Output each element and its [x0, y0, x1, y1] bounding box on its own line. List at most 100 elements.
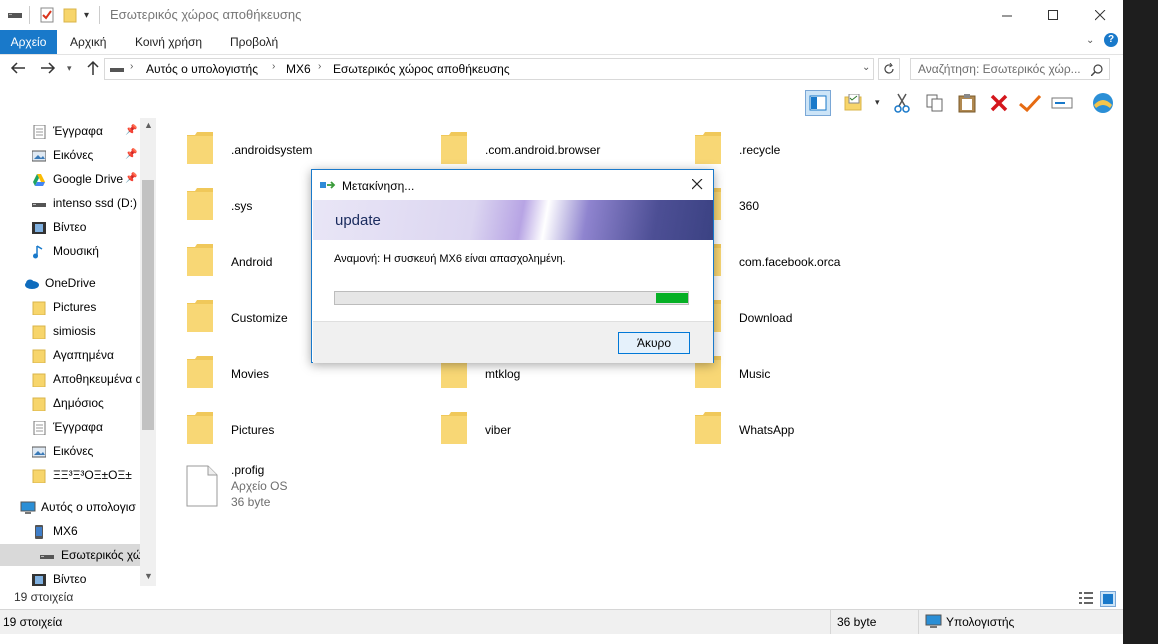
expand-ribbon-icon[interactable]: ⌄ [1086, 35, 1094, 46]
folder-name[interactable]: com.facebook.orca [739, 255, 840, 269]
address-dropdown-icon[interactable]: ⌄ [862, 62, 870, 73]
folder-name[interactable]: Android [231, 255, 272, 269]
new-folder-icon[interactable] [62, 6, 78, 24]
scroll-down-icon[interactable]: ▼ [144, 571, 153, 581]
rename-button[interactable] [1049, 90, 1075, 116]
folder-icon[interactable] [186, 299, 214, 332]
folder-name[interactable]: mtklog [485, 367, 520, 381]
cancel-button[interactable]: Άκυρο [618, 332, 690, 354]
folder-name[interactable]: .androidsystem [231, 143, 312, 157]
folder-icon[interactable] [186, 243, 214, 276]
drive-icon [40, 548, 54, 562]
scroll-up-icon[interactable]: ▲ [144, 120, 153, 130]
folder-icon[interactable] [694, 411, 722, 444]
customize-quick-access-icon[interactable]: ▾ [84, 6, 89, 24]
check-button[interactable] [1017, 90, 1043, 116]
folder-name[interactable]: viber [485, 423, 511, 437]
sidebar-item[interactable]: Έγγραφα 📌 [0, 120, 140, 142]
folder-icon[interactable] [440, 411, 468, 444]
preview-pane-button[interactable] [805, 90, 831, 116]
chevron-right-icon: › [130, 61, 134, 72]
sidebar-item[interactable]: Βίντεο [0, 568, 140, 586]
dialog-footer: Άκυρο [313, 321, 713, 363]
status-bar: 19 στοιχεία [0, 588, 1123, 608]
properties-icon[interactable] [39, 6, 55, 24]
video-icon [32, 572, 46, 586]
globe-shell-button[interactable] [1090, 90, 1116, 116]
sidebar-item[interactable]: Εικόνες 📌 [0, 144, 140, 166]
tab-view[interactable]: Προβολή [230, 30, 278, 54]
tab-file[interactable]: Αρχείο [0, 30, 57, 54]
sidebar-item[interactable]: Αγαπημένα [0, 344, 140, 366]
sidebar-item[interactable]: simiosis [0, 320, 140, 342]
folder-icon[interactable] [186, 411, 214, 444]
search-icon [1091, 64, 1103, 76]
navigation-scrollbar[interactable]: ▲ ▼ [140, 118, 156, 586]
folder-name[interactable]: .com.android.browser [485, 143, 600, 157]
details-view-icon[interactable] [1079, 591, 1093, 605]
sidebar-item[interactable]: OneDrive [0, 272, 140, 294]
sidebar-item[interactable]: Google Drive 📌 [0, 168, 140, 190]
up-button[interactable] [86, 60, 100, 79]
documents-icon [32, 420, 46, 436]
sidebar-item[interactable]: Εσωτερικός χώ [0, 544, 140, 566]
breadcrumb-computer[interactable]: Αυτός ο υπολογιστής [146, 62, 258, 76]
sidebar-item-label: Έγγραφα [53, 420, 103, 434]
breadcrumb-internal-storage[interactable]: Εσωτερικός χώρος αποθήκευσης [333, 62, 510, 76]
properties-tool-button[interactable] [841, 90, 867, 116]
folder-name[interactable]: Movies [231, 367, 269, 381]
folder-icon[interactable] [186, 131, 214, 164]
copy-button[interactable] [922, 90, 948, 116]
folder-name[interactable]: .sys [231, 199, 252, 213]
folder-icon[interactable] [440, 131, 468, 164]
sidebar-item[interactable]: Εικόνες [0, 440, 140, 462]
folder-name[interactable]: WhatsApp [739, 423, 794, 437]
back-button[interactable] [10, 61, 26, 78]
sidebar-item[interactable]: Μουσική [0, 240, 140, 262]
help-icon[interactable]: ? [1104, 33, 1118, 47]
refresh-button[interactable] [878, 58, 900, 80]
folder-name[interactable]: Download [739, 311, 792, 325]
tab-home[interactable]: Αρχική [70, 30, 106, 54]
paste-button[interactable] [954, 90, 980, 116]
breadcrumb-mx6[interactable]: MX6 [286, 62, 311, 76]
divider [918, 610, 919, 634]
sidebar-item[interactable]: MX6 [0, 520, 140, 542]
sidebar-item[interactable]: ΞΞ³Ξ³ΟΞ±ΟΞ± [0, 464, 140, 486]
delete-button[interactable] [986, 90, 1012, 116]
tab-share[interactable]: Κοινή χρήση [135, 30, 202, 54]
ribbon-tabs: Αρχείο Αρχική Κοινή χρήση Προβολή ⌄ ? [0, 30, 1123, 55]
folder-name[interactable]: Customize [231, 311, 288, 325]
search-input[interactable]: Αναζήτηση: Εσωτερικός χώρ... [910, 58, 1110, 80]
folder-name[interactable]: 360 [739, 199, 759, 213]
progress-bar [334, 291, 689, 305]
sidebar-item[interactable]: intenso ssd (D:) [0, 192, 140, 214]
folder-name[interactable]: Pictures [231, 423, 274, 437]
scrollbar-thumb[interactable] [142, 180, 154, 430]
large-icons-view-icon[interactable] [1100, 591, 1116, 607]
maximize-button[interactable] [1030, 0, 1076, 30]
folder-icon[interactable] [186, 187, 214, 220]
sidebar-item[interactable]: Αποθηκευμένα α [0, 368, 140, 390]
file-item-profig[interactable] [186, 465, 218, 510]
sidebar-item[interactable]: Δημόσιος [0, 392, 140, 414]
sidebar-item-label: Βίντεο [53, 220, 87, 234]
dropdown-icon[interactable]: ▾ [875, 97, 880, 108]
folder-name[interactable]: Music [739, 367, 770, 381]
sidebar-item-label: Μουσική [53, 244, 99, 258]
folder-name[interactable]: .recycle [739, 143, 780, 157]
sidebar-item[interactable]: Pictures [0, 296, 140, 318]
folder-icon [32, 348, 46, 364]
sidebar-item[interactable]: Έγγραφα [0, 416, 140, 438]
address-bar[interactable]: › Αυτός ο υπολογιστής › MX6 › Εσωτερικός… [104, 58, 874, 80]
dialog-close-button[interactable] [688, 174, 708, 194]
folder-icon[interactable] [694, 131, 722, 164]
recent-locations-icon[interactable]: ▾ [67, 63, 72, 74]
folder-icon[interactable] [186, 355, 214, 388]
close-window-button[interactable] [1077, 0, 1123, 30]
forward-button[interactable] [40, 61, 56, 78]
sidebar-item[interactable]: Βίντεο [0, 216, 140, 238]
sidebar-item[interactable]: Αυτός ο υπολογισ [0, 496, 140, 518]
minimize-button[interactable] [984, 0, 1030, 30]
cut-button[interactable] [889, 90, 915, 116]
